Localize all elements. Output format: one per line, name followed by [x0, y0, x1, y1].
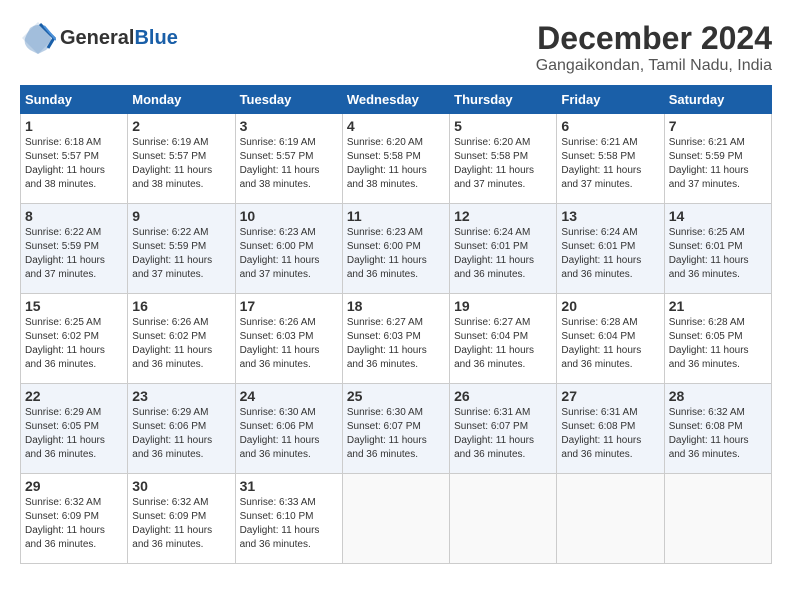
header-monday: Monday	[128, 86, 235, 114]
month-title: December 2024	[536, 20, 772, 57]
logo-blue-text: Blue	[134, 27, 177, 49]
calendar-week-4: 22 Sunrise: 6:29 AMSunset: 6:05 PMDaylig…	[21, 384, 772, 474]
day-1: 1 Sunrise: 6:18 AMSunset: 5:57 PMDayligh…	[21, 114, 128, 204]
calendar-week-3: 15 Sunrise: 6:25 AMSunset: 6:02 PMDaylig…	[21, 294, 772, 384]
day-21: 21 Sunrise: 6:28 AMSunset: 6:05 PMDaylig…	[664, 294, 771, 384]
day-31: 31 Sunrise: 6:33 AMSunset: 6:10 PMDaylig…	[235, 474, 342, 564]
day-19: 19 Sunrise: 6:27 AMSunset: 6:04 PMDaylig…	[450, 294, 557, 384]
logo-icon	[20, 20, 56, 56]
day-2: 2 Sunrise: 6:19 AMSunset: 5:57 PMDayligh…	[128, 114, 235, 204]
header-wednesday: Wednesday	[342, 86, 449, 114]
day-5: 5 Sunrise: 6:20 AMSunset: 5:58 PMDayligh…	[450, 114, 557, 204]
logo: GeneralBlue	[20, 20, 178, 56]
day-4: 4 Sunrise: 6:20 AMSunset: 5:58 PMDayligh…	[342, 114, 449, 204]
logo-general-text: General	[60, 27, 134, 49]
day-26: 26 Sunrise: 6:31 AMSunset: 6:07 PMDaylig…	[450, 384, 557, 474]
day-30: 30 Sunrise: 6:32 AMSunset: 6:09 PMDaylig…	[128, 474, 235, 564]
empty-cell-3	[557, 474, 664, 564]
empty-cell-1	[342, 474, 449, 564]
header-sunday: Sunday	[21, 86, 128, 114]
day-6: 6 Sunrise: 6:21 AMSunset: 5:58 PMDayligh…	[557, 114, 664, 204]
day-18: 18 Sunrise: 6:27 AMSunset: 6:03 PMDaylig…	[342, 294, 449, 384]
day-3: 3 Sunrise: 6:19 AMSunset: 5:57 PMDayligh…	[235, 114, 342, 204]
day-25: 25 Sunrise: 6:30 AMSunset: 6:07 PMDaylig…	[342, 384, 449, 474]
day-12: 12 Sunrise: 6:24 AMSunset: 6:01 PMDaylig…	[450, 204, 557, 294]
empty-cell-4	[664, 474, 771, 564]
day-28: 28 Sunrise: 6:32 AMSunset: 6:08 PMDaylig…	[664, 384, 771, 474]
day-11: 11 Sunrise: 6:23 AMSunset: 6:00 PMDaylig…	[342, 204, 449, 294]
header-friday: Friday	[557, 86, 664, 114]
day-16: 16 Sunrise: 6:26 AMSunset: 6:02 PMDaylig…	[128, 294, 235, 384]
title-section: December 2024 Gangaikondan, Tamil Nadu, …	[536, 20, 772, 75]
header-saturday: Saturday	[664, 86, 771, 114]
header-thursday: Thursday	[450, 86, 557, 114]
day-13: 13 Sunrise: 6:24 AMSunset: 6:01 PMDaylig…	[557, 204, 664, 294]
calendar-table: Sunday Monday Tuesday Wednesday Thursday…	[20, 85, 772, 564]
day-7: 7 Sunrise: 6:21 AMSunset: 5:59 PMDayligh…	[664, 114, 771, 204]
day-29: 29 Sunrise: 6:32 AMSunset: 6:09 PMDaylig…	[21, 474, 128, 564]
calendar-week-5: 29 Sunrise: 6:32 AMSunset: 6:09 PMDaylig…	[21, 474, 772, 564]
day-27: 27 Sunrise: 6:31 AMSunset: 6:08 PMDaylig…	[557, 384, 664, 474]
day-14: 14 Sunrise: 6:25 AMSunset: 6:01 PMDaylig…	[664, 204, 771, 294]
day-8: 8 Sunrise: 6:22 AMSunset: 5:59 PMDayligh…	[21, 204, 128, 294]
calendar-header-row: Sunday Monday Tuesday Wednesday Thursday…	[21, 86, 772, 114]
day-22: 22 Sunrise: 6:29 AMSunset: 6:05 PMDaylig…	[21, 384, 128, 474]
day-24: 24 Sunrise: 6:30 AMSunset: 6:06 PMDaylig…	[235, 384, 342, 474]
location-title: Gangaikondan, Tamil Nadu, India	[536, 57, 772, 75]
day-20: 20 Sunrise: 6:28 AMSunset: 6:04 PMDaylig…	[557, 294, 664, 384]
header-tuesday: Tuesday	[235, 86, 342, 114]
day-9: 9 Sunrise: 6:22 AMSunset: 5:59 PMDayligh…	[128, 204, 235, 294]
calendar-week-1: 1 Sunrise: 6:18 AMSunset: 5:57 PMDayligh…	[21, 114, 772, 204]
day-15: 15 Sunrise: 6:25 AMSunset: 6:02 PMDaylig…	[21, 294, 128, 384]
day-17: 17 Sunrise: 6:26 AMSunset: 6:03 PMDaylig…	[235, 294, 342, 384]
page-header: GeneralBlue December 2024 Gangaikondan, …	[20, 20, 772, 75]
day-10: 10 Sunrise: 6:23 AMSunset: 6:00 PMDaylig…	[235, 204, 342, 294]
day-23: 23 Sunrise: 6:29 AMSunset: 6:06 PMDaylig…	[128, 384, 235, 474]
empty-cell-2	[450, 474, 557, 564]
calendar-week-2: 8 Sunrise: 6:22 AMSunset: 5:59 PMDayligh…	[21, 204, 772, 294]
